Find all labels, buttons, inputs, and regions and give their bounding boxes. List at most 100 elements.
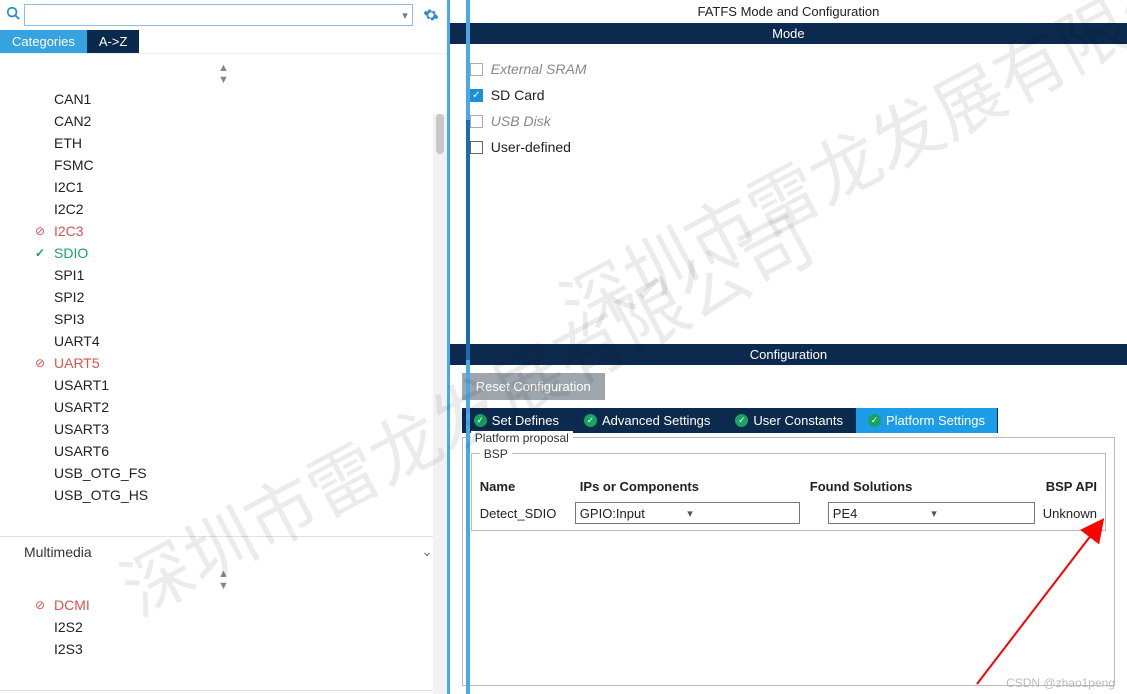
- peripheral-item[interactable]: SPI2: [0, 286, 447, 308]
- peripheral-item[interactable]: UART5: [0, 352, 447, 374]
- peripheral-item[interactable]: I2C3: [0, 220, 447, 242]
- category-multimedia[interactable]: Multimedia ⌄: [0, 536, 447, 566]
- category-security[interactable]: Security ⌄: [0, 690, 447, 694]
- bsp-row: Detect_SDIO GPIO:Input ▾ PE4 ▾ Unknown: [480, 502, 1097, 524]
- config-tab-label: Advanced Settings: [602, 413, 710, 428]
- peripheral-item[interactable]: USART2: [0, 396, 447, 418]
- search-icon: [6, 6, 20, 24]
- peripheral-item[interactable]: SPI3: [0, 308, 447, 330]
- config-tab[interactable]: ✓ User Constants: [723, 408, 856, 433]
- bsp-column-headers: Name IPs or Components Found Solutions B…: [480, 475, 1097, 502]
- mode-option-label: USB Disk: [491, 113, 551, 129]
- row-name: Detect_SDIO: [480, 506, 575, 521]
- chevron-down-icon: ▾: [687, 507, 795, 520]
- chevron-down-icon: ⌄: [421, 543, 433, 560]
- config-tab-label: Set Defines: [492, 413, 559, 428]
- forbidden-icon: [35, 222, 45, 240]
- config-tab[interactable]: ✓ Advanced Settings: [572, 408, 723, 433]
- mode-header: Mode: [450, 23, 1127, 44]
- peripheral-label: CAN1: [54, 91, 91, 107]
- configuration-header: Configuration: [450, 344, 1127, 365]
- peripheral-item[interactable]: I2S3: [0, 638, 447, 660]
- peripheral-label: SPI2: [54, 289, 84, 305]
- left-pane: ▾ Categories A->Z ▲▼ CAN1 CAN2 ETH FSMCI2C1…: [0, 0, 450, 694]
- tab-az[interactable]: A->Z: [87, 30, 140, 53]
- peripheral-item[interactable]: DCMI: [0, 594, 447, 616]
- found-solutions-select[interactable]: PE4 ▾: [828, 502, 1035, 524]
- sort-toggle[interactable]: ▲▼: [0, 566, 447, 594]
- peripheral-item[interactable]: I2S2: [0, 616, 447, 638]
- configuration-body: Reset Configuration ✓ Set Defines ✓ Advance…: [450, 365, 1127, 694]
- reset-configuration-button[interactable]: Reset Configuration: [462, 373, 605, 400]
- config-tab[interactable]: ✓ Set Defines: [462, 408, 572, 433]
- mode-option[interactable]: User-defined: [470, 134, 1107, 160]
- peripheral-item[interactable]: USB_OTG_FS: [0, 462, 447, 484]
- peripheral-label: USART3: [54, 421, 109, 437]
- col-api: BSP API: [1020, 479, 1097, 494]
- peripheral-label: UART5: [54, 355, 100, 371]
- check-icon: ✓: [474, 414, 487, 427]
- search-row: ▾: [0, 0, 447, 30]
- bsp-legend: BSP: [480, 447, 512, 461]
- tab-categories[interactable]: Categories: [0, 30, 87, 53]
- mode-option-label: External SRAM: [491, 61, 587, 77]
- checkbox: [470, 89, 483, 102]
- found-value: PE4: [833, 506, 932, 521]
- col-ips: IPs or Components: [580, 479, 810, 494]
- peripheral-item[interactable]: USART1: [0, 374, 447, 396]
- peripheral-item[interactable]: SPI1: [0, 264, 447, 286]
- peripheral-label: USART1: [54, 377, 109, 393]
- peripheral-item[interactable]: I2C1: [0, 176, 447, 198]
- config-tabs: ✓ Set Defines ✓ Advanced Settings ✓ User Cons…: [462, 408, 1115, 433]
- mode-options: External SRAM SD Card USB Disk User-defined: [450, 44, 1127, 344]
- mode-option-label: SD Card: [491, 87, 545, 103]
- peripheral-item[interactable]: USART6: [0, 440, 447, 462]
- check-icon: ✓: [735, 414, 748, 427]
- checkbox: [470, 63, 483, 76]
- search-field[interactable]: [29, 8, 398, 23]
- col-name: Name: [480, 479, 580, 494]
- config-tab-label: Platform Settings: [886, 413, 985, 428]
- peripheral-label: USB_OTG_FS: [54, 465, 147, 481]
- peripheral-item[interactable]: FSMC: [0, 154, 447, 176]
- peripheral-item[interactable]: CAN2: [0, 110, 447, 132]
- peripheral-item[interactable]: I2C2: [0, 198, 447, 220]
- gear-icon[interactable]: [423, 7, 439, 23]
- peripheral-label: ETH: [54, 135, 82, 151]
- mode-option: USB Disk: [470, 108, 1107, 134]
- ips-value: GPIO:Input: [580, 506, 688, 521]
- peripheral-item[interactable]: UART4: [0, 330, 447, 352]
- sort-toggle[interactable]: ▲▼: [0, 60, 447, 88]
- check-icon: ✓: [584, 414, 597, 427]
- forbidden-icon: [35, 354, 45, 372]
- fieldset-legend: Platform proposal: [471, 431, 573, 445]
- scrollbar[interactable]: [433, 114, 447, 694]
- peripheral-label: DCMI: [54, 597, 90, 613]
- peripheral-tree: ▲▼ CAN1 CAN2 ETH FSMCI2C1I2C2I2C3SDIO SPI1 SP…: [0, 54, 447, 694]
- category-multimedia-label: Multimedia: [24, 544, 92, 560]
- mode-option[interactable]: SD Card: [470, 82, 1107, 108]
- csdn-watermark: CSDN @zhao1peng: [1006, 676, 1115, 690]
- search-input[interactable]: ▾: [24, 4, 413, 26]
- bsp-fieldset: BSP Name IPs or Components Found Solutio…: [471, 453, 1106, 531]
- peripheral-item[interactable]: CAN1: [0, 88, 447, 110]
- forbidden-icon: [35, 596, 45, 614]
- col-found: Found Solutions: [810, 479, 1020, 494]
- peripheral-label: SPI1: [54, 267, 84, 283]
- check-icon: [35, 244, 45, 262]
- peripheral-label: USB_OTG_HS: [54, 487, 148, 503]
- peripheral-label: UART4: [54, 333, 100, 349]
- chevron-down-icon: ▾: [931, 507, 1030, 520]
- peripheral-item[interactable]: USART3: [0, 418, 447, 440]
- config-title: FATFS Mode and Configuration: [450, 0, 1127, 23]
- ips-select[interactable]: GPIO:Input ▾: [575, 502, 800, 524]
- config-tab-label: User Constants: [753, 413, 843, 428]
- mode-option-label: User-defined: [491, 139, 571, 155]
- chevron-down-icon: ▾: [402, 9, 408, 22]
- peripheral-item[interactable]: SDIO: [0, 242, 447, 264]
- peripheral-item[interactable]: USB_OTG_HS: [0, 484, 447, 506]
- peripheral-item[interactable]: ETH: [0, 132, 447, 154]
- config-tab[interactable]: ✓Platform Settings: [856, 408, 998, 433]
- peripheral-label: SPI3: [54, 311, 84, 327]
- pane-divider[interactable]: [466, 0, 470, 694]
